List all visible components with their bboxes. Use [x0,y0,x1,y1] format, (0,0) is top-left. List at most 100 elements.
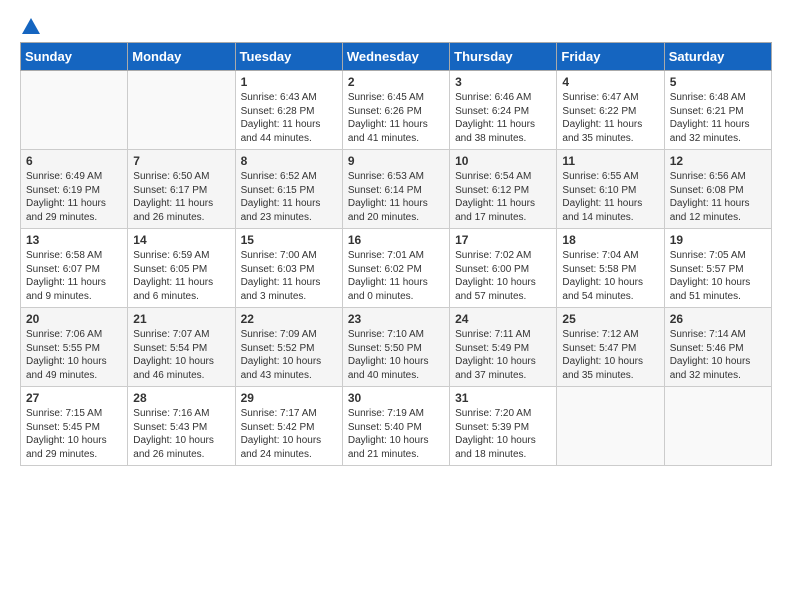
calendar-day-cell [557,387,664,466]
day-info: Sunrise: 6:47 AM Sunset: 6:22 PM Dayligh… [562,91,658,145]
day-info: Sunrise: 6:48 AM Sunset: 6:21 PM Dayligh… [670,91,766,145]
day-info: Sunrise: 6:54 AM Sunset: 6:12 PM Dayligh… [455,170,551,224]
day-number: 16 [348,233,444,247]
day-of-week-header: Sunday [21,43,128,71]
calendar-day-cell: 12 Sunrise: 6:56 AM Sunset: 6:08 PM Dayli… [664,150,771,229]
day-number: 23 [348,312,444,326]
calendar-day-cell: 6 Sunrise: 6:49 AM Sunset: 6:19 PM Daylig… [21,150,128,229]
calendar-day-cell: 16 Sunrise: 7:01 AM Sunset: 6:02 PM Dayli… [342,229,449,308]
day-of-week-header: Saturday [664,43,771,71]
day-info: Sunrise: 6:53 AM Sunset: 6:14 PM Dayligh… [348,170,444,224]
day-number: 22 [241,312,337,326]
calendar-day-cell: 25Sunrise: 7:12 AM Sunset: 5:47 PM Dayli… [557,308,664,387]
logo [20,20,40,34]
calendar-day-cell: 15 Sunrise: 7:00 AM Sunset: 6:03 PM Dayli… [235,229,342,308]
calendar-week-row: 1 Sunrise: 6:43 AM Sunset: 6:28 PM Daylig… [21,71,772,150]
calendar-day-cell: 7 Sunrise: 6:50 AM Sunset: 6:17 PM Daylig… [128,150,235,229]
calendar-week-row: 6 Sunrise: 6:49 AM Sunset: 6:19 PM Daylig… [21,150,772,229]
calendar-day-cell [21,71,128,150]
day-number: 27 [26,391,122,405]
calendar-day-cell: 13 Sunrise: 6:58 AM Sunset: 6:07 PM Dayli… [21,229,128,308]
day-number: 11 [562,154,658,168]
calendar-day-cell: 1 Sunrise: 6:43 AM Sunset: 6:28 PM Daylig… [235,71,342,150]
day-number: 3 [455,75,551,89]
calendar-day-cell: 27 Sunrise: 7:15 AM Sunset: 5:45 PM Dayli… [21,387,128,466]
day-info: Sunrise: 6:50 AM Sunset: 6:17 PM Dayligh… [133,170,229,224]
calendar-day-cell: 18 Sunrise: 7:04 AM Sunset: 5:58 PM Dayli… [557,229,664,308]
day-number: 4 [562,75,658,89]
day-number: 29 [241,391,337,405]
day-info: Sunrise: 6:45 AM Sunset: 6:26 PM Dayligh… [348,91,444,145]
day-number: 7 [133,154,229,168]
page-header [20,20,772,34]
day-number: 1 [241,75,337,89]
calendar-day-cell: 20Sunrise: 7:06 AM Sunset: 5:55 PM Dayli… [21,308,128,387]
calendar-table: SundayMondayTuesdayWednesdayThursdayFrid… [20,42,772,466]
day-of-week-header: Friday [557,43,664,71]
day-number: 24 [455,312,551,326]
day-info: Sunrise: 7:17 AM Sunset: 5:42 PM Dayligh… [241,407,337,461]
day-info: Sunrise: 7:01 AM Sunset: 6:02 PM Dayligh… [348,249,444,303]
day-info: Sunrise: 7:12 AM Sunset: 5:47 PM Dayligh… [562,328,658,382]
day-info: Sunrise: 7:00 AM Sunset: 6:03 PM Dayligh… [241,249,337,303]
calendar-day-cell: 21Sunrise: 7:07 AM Sunset: 5:54 PM Dayli… [128,308,235,387]
day-number: 17 [455,233,551,247]
calendar-day-cell: 11 Sunrise: 6:55 AM Sunset: 6:10 PM Dayli… [557,150,664,229]
day-number: 30 [348,391,444,405]
calendar-day-cell: 19Sunrise: 7:05 AM Sunset: 5:57 PM Dayli… [664,229,771,308]
day-of-week-header: Thursday [450,43,557,71]
calendar-week-row: 20Sunrise: 7:06 AM Sunset: 5:55 PM Dayli… [21,308,772,387]
calendar-day-cell: 9 Sunrise: 6:53 AM Sunset: 6:14 PM Daylig… [342,150,449,229]
day-info: Sunrise: 6:49 AM Sunset: 6:19 PM Dayligh… [26,170,122,224]
day-info: Sunrise: 7:05 AM Sunset: 5:57 PM Dayligh… [670,249,766,303]
day-of-week-header: Tuesday [235,43,342,71]
calendar-day-cell: 23 Sunrise: 7:10 AM Sunset: 5:50 PM Dayli… [342,308,449,387]
day-number: 5 [670,75,766,89]
day-number: 10 [455,154,551,168]
day-number: 9 [348,154,444,168]
day-number: 26 [670,312,766,326]
day-number: 18 [562,233,658,247]
day-info: Sunrise: 6:55 AM Sunset: 6:10 PM Dayligh… [562,170,658,224]
day-info: Sunrise: 7:11 AM Sunset: 5:49 PM Dayligh… [455,328,551,382]
day-info: Sunrise: 6:58 AM Sunset: 6:07 PM Dayligh… [26,249,122,303]
day-info: Sunrise: 7:15 AM Sunset: 5:45 PM Dayligh… [26,407,122,461]
day-info: Sunrise: 7:20 AM Sunset: 5:39 PM Dayligh… [455,407,551,461]
day-number: 20 [26,312,122,326]
calendar-day-cell: 5 Sunrise: 6:48 AM Sunset: 6:21 PM Daylig… [664,71,771,150]
calendar-week-row: 27 Sunrise: 7:15 AM Sunset: 5:45 PM Dayli… [21,387,772,466]
calendar-day-cell: 28Sunrise: 7:16 AM Sunset: 5:43 PM Dayli… [128,387,235,466]
calendar-week-row: 13 Sunrise: 6:58 AM Sunset: 6:07 PM Dayli… [21,229,772,308]
day-info: Sunrise: 7:09 AM Sunset: 5:52 PM Dayligh… [241,328,337,382]
calendar-day-cell: 26 Sunrise: 7:14 AM Sunset: 5:46 PM Dayli… [664,308,771,387]
day-info: Sunrise: 6:43 AM Sunset: 6:28 PM Dayligh… [241,91,337,145]
day-info: Sunrise: 7:19 AM Sunset: 5:40 PM Dayligh… [348,407,444,461]
calendar-day-cell [128,71,235,150]
day-number: 21 [133,312,229,326]
calendar-header-row: SundayMondayTuesdayWednesdayThursdayFrid… [21,43,772,71]
day-number: 8 [241,154,337,168]
day-number: 6 [26,154,122,168]
day-of-week-header: Monday [128,43,235,71]
day-number: 14 [133,233,229,247]
day-number: 13 [26,233,122,247]
day-info: Sunrise: 6:46 AM Sunset: 6:24 PM Dayligh… [455,91,551,145]
day-info: Sunrise: 6:52 AM Sunset: 6:15 PM Dayligh… [241,170,337,224]
day-info: Sunrise: 7:10 AM Sunset: 5:50 PM Dayligh… [348,328,444,382]
day-info: Sunrise: 7:04 AM Sunset: 5:58 PM Dayligh… [562,249,658,303]
calendar-day-cell [664,387,771,466]
day-of-week-header: Wednesday [342,43,449,71]
calendar-day-cell: 31Sunrise: 7:20 AM Sunset: 5:39 PM Dayli… [450,387,557,466]
day-info: Sunrise: 6:59 AM Sunset: 6:05 PM Dayligh… [133,249,229,303]
calendar-day-cell: 17Sunrise: 7:02 AM Sunset: 6:00 PM Dayli… [450,229,557,308]
logo-triangle-icon [22,18,40,34]
day-number: 28 [133,391,229,405]
day-number: 12 [670,154,766,168]
day-info: Sunrise: 6:56 AM Sunset: 6:08 PM Dayligh… [670,170,766,224]
calendar-day-cell: 8 Sunrise: 6:52 AM Sunset: 6:15 PM Daylig… [235,150,342,229]
calendar-day-cell: 10 Sunrise: 6:54 AM Sunset: 6:12 PM Dayli… [450,150,557,229]
day-number: 2 [348,75,444,89]
calendar-day-cell: 24 Sunrise: 7:11 AM Sunset: 5:49 PM Dayli… [450,308,557,387]
day-number: 15 [241,233,337,247]
day-info: Sunrise: 7:14 AM Sunset: 5:46 PM Dayligh… [670,328,766,382]
